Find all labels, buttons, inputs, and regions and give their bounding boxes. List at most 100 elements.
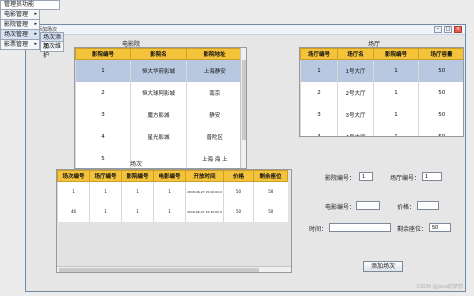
session-table-panel: 场次编号 场厅编号 影院编号 电影编号 开放时间 价格 剩余座位 1 1 1 1…: [56, 169, 292, 273]
table-cell: 50: [253, 201, 288, 222]
table-cell: 上海静安: [186, 59, 243, 82]
table-cell: 1: [373, 125, 419, 136]
vertical-scrollbar[interactable]: [240, 48, 246, 168]
menu-item-label: 电影管理: [4, 11, 29, 18]
table-cell: 恒大球阿影城: [130, 81, 187, 104]
table-cell: 普陀区: [186, 125, 243, 148]
table-cell: 3号大厅: [337, 103, 374, 126]
table-cell: 1: [121, 201, 154, 222]
column-header[interactable]: 开放时间: [185, 170, 224, 182]
column-header[interactable]: 价格: [223, 170, 254, 182]
add-session-window: 添加场次 – □ × 电影院 影院编号 影院名 影院地址 1 恒大华府影城 上海: [25, 24, 466, 292]
table-cell: 1: [153, 181, 186, 202]
time-label: 时间：: [309, 226, 328, 233]
column-header[interactable]: 场次编号: [57, 170, 90, 182]
table-cell: 恒大华府影城: [130, 59, 187, 82]
cinema-no-input[interactable]: [359, 172, 373, 181]
table-row[interactable]: 3 3号大厅 1 50: [300, 103, 463, 126]
maximize-button[interactable]: □: [444, 26, 452, 33]
table-cell: 1: [300, 59, 338, 82]
table-cell: 50: [223, 181, 254, 202]
column-header[interactable]: 影院编号: [121, 170, 154, 182]
table-cell: 50: [418, 103, 463, 126]
column-header[interactable]: 影院编号: [75, 48, 131, 60]
table-cell: 50: [223, 201, 254, 222]
table-row[interactable]: 4 4号大厅 1 50: [300, 125, 463, 136]
table-cell: 上海 海 上: [186, 147, 243, 168]
chevron-right-icon: ▸: [34, 31, 37, 37]
table-cell: 1: [75, 59, 131, 82]
submenu-item-add-session[interactable]: 场次添加: [40, 32, 64, 50]
time-input[interactable]: [329, 223, 391, 232]
hall-no-label: 场厅编号：: [390, 175, 421, 182]
table-cell: 1号大厅: [337, 59, 374, 82]
seats-input[interactable]: [429, 223, 451, 232]
menu-item-label: 场次管理: [4, 31, 29, 38]
menu-item-label: 影票管理: [4, 41, 29, 48]
table-row[interactable]: 5 上海 海 上: [75, 147, 243, 168]
table-row[interactable]: 2 恒大球阿影城 南京: [75, 81, 243, 104]
menu-item-movies[interactable]: 电影管理 ▸: [0, 10, 40, 20]
column-header[interactable]: 场厅容量: [418, 48, 463, 60]
column-header[interactable]: 场厅编号: [300, 48, 338, 60]
menu-item-sessions[interactable]: 场次管理 ▸: [0, 30, 40, 40]
menu-title: 管理员功能: [0, 0, 60, 10]
column-header[interactable]: 影院地址: [186, 48, 243, 60]
column-header[interactable]: 影院编号: [373, 48, 419, 60]
scrollbar-thumb[interactable]: [242, 60, 246, 140]
chevron-right-icon: ▸: [34, 41, 37, 47]
table-cell: 50: [418, 125, 463, 136]
cinema-table: 影院编号 影院名 影院地址 1 恒大华府影城 上海静安 2 恒大球阿影城 南京 …: [75, 48, 243, 168]
hall-table-panel: 场厅编号 场厅名 影院编号 场厅容量 1 1号大厅 1 50 2 2号大厅 1: [299, 47, 464, 137]
column-header[interactable]: 剩余座位: [253, 170, 288, 182]
menu-item-label: 影院管理: [4, 21, 29, 28]
table-cell: 星光影城: [130, 125, 187, 148]
table-cell: 2: [300, 81, 338, 104]
table-cell: 2018-06-27 15:30:00.0: [185, 201, 224, 222]
session-section-label: 场次: [130, 161, 143, 168]
table-cell: 1: [373, 81, 419, 104]
table-row[interactable]: 3 魔方影城 静安: [75, 103, 243, 126]
table-cell: 3: [300, 103, 338, 126]
table-row[interactable]: 46 1 1 1 2018-06-27 15:30:00.0 50 50: [57, 201, 288, 222]
table-cell: 50: [418, 81, 463, 104]
column-header[interactable]: 影院名: [130, 48, 187, 60]
table-cell: 46: [57, 201, 90, 222]
column-header[interactable]: 场厅名: [337, 48, 374, 60]
scrollbar-thumb[interactable]: [59, 268, 259, 272]
window-titlebar: 添加场次 – □ ×: [26, 25, 465, 35]
price-input[interactable]: [417, 201, 439, 210]
watermark: CSDN @Java的梦想: [416, 284, 463, 290]
hall-no-input[interactable]: [422, 172, 442, 181]
submenu-item-maintain-session[interactable]: 场次维护: [40, 42, 64, 59]
table-row[interactable]: 2 2号大厅 1 50: [300, 81, 463, 104]
cinema-no-label: 影院编号：: [325, 175, 356, 182]
table-cell: 3: [75, 103, 131, 126]
horizontal-scrollbar[interactable]: [57, 266, 291, 272]
close-button[interactable]: ×: [454, 26, 462, 33]
table-cell: 2号大厅: [337, 81, 374, 104]
table-cell: 2: [75, 81, 131, 104]
table-cell: 南京: [186, 81, 243, 104]
table-cell: 1: [89, 201, 122, 222]
minimize-button[interactable]: –: [434, 26, 442, 33]
column-header[interactable]: 电影编号: [153, 170, 186, 182]
table-row[interactable]: 1 恒大华府影城 上海静安: [75, 59, 243, 82]
column-header[interactable]: 场厅编号: [89, 170, 122, 182]
table-cell: 1: [89, 181, 122, 202]
chevron-right-icon: ▸: [34, 11, 37, 17]
menu-item-cinemas[interactable]: 影院管理 ▸: [0, 20, 40, 30]
table-cell: 静安: [186, 103, 243, 126]
movie-no-input[interactable]: [356, 201, 380, 210]
table-row[interactable]: 1 1号大厅 1 50: [300, 59, 463, 82]
table-cell: 50: [253, 181, 288, 202]
table-cell: 4号大厅: [337, 125, 374, 136]
add-session-button[interactable]: 添加场次: [363, 261, 403, 272]
table-cell: 1: [153, 201, 186, 222]
table-cell: 1: [57, 181, 90, 202]
table-cell: 2018-06-27 15:00:00.0: [185, 181, 224, 202]
table-row[interactable]: 4 星光影城 普陀区: [75, 125, 243, 148]
menu-item-tickets[interactable]: 影票管理 ▸: [0, 40, 40, 50]
table-row[interactable]: 1 1 1 1 2018-06-27 15:00:00.0 50 50: [57, 181, 288, 202]
table-cell: 5: [75, 147, 131, 168]
